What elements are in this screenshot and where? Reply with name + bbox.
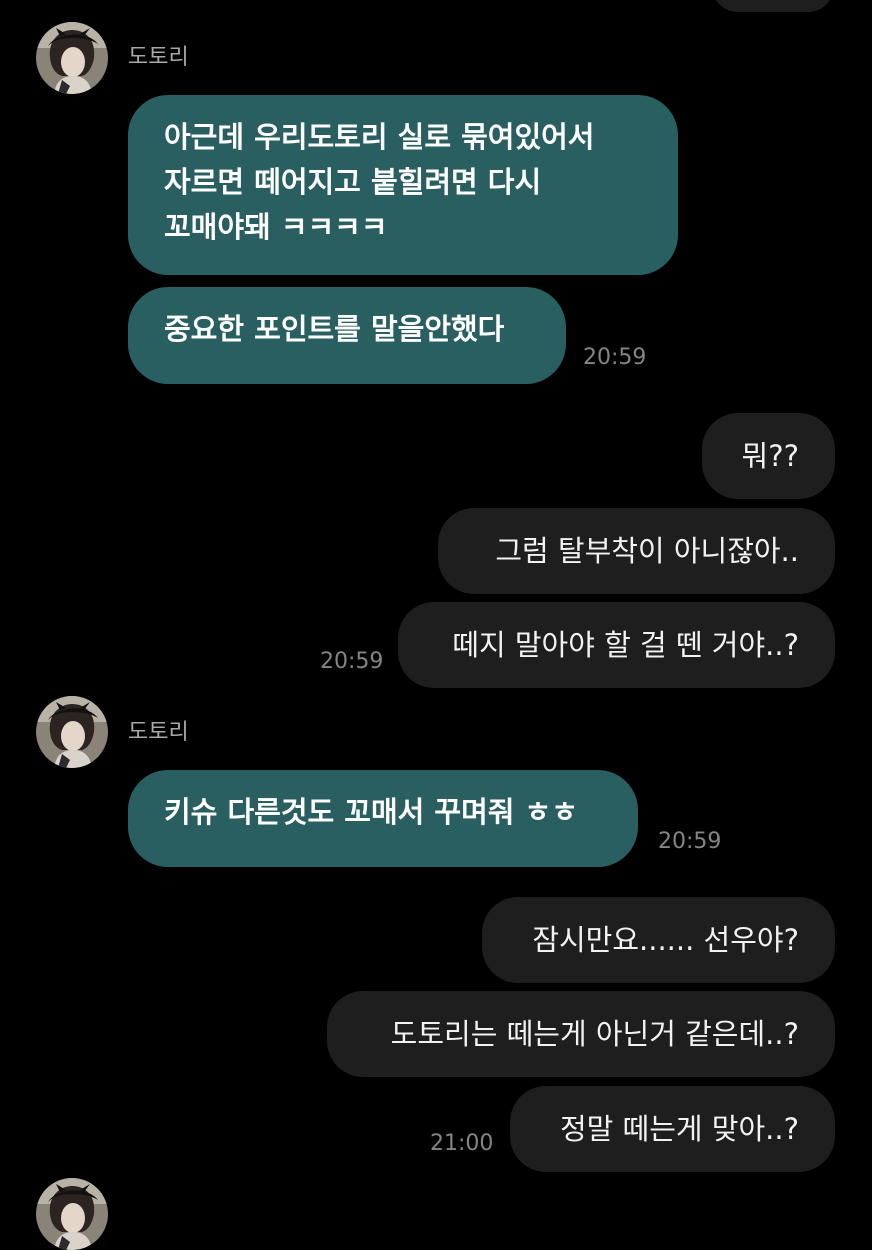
message-timestamp: 20:59 [320, 649, 384, 674]
avatar[interactable] [36, 22, 108, 94]
message-bubble-outgoing[interactable]: 정말 떼는게 맞아..? [510, 1086, 835, 1172]
message-bubble-outgoing[interactable]: 그럼 탈부착이 아니잖아.. [438, 508, 835, 594]
message-bubble-outgoing[interactable]: 떼지 말아야 할 걸 뗀 거야..? [398, 602, 835, 688]
message-timestamp: 20:59 [658, 829, 722, 854]
message-timestamp: 21:00 [430, 1131, 494, 1156]
message-text: 그럼 탈부착이 아니잖아.. [495, 534, 799, 568]
message-text: 중요한 포인트를 말을안했다 [164, 312, 505, 346]
avatar[interactable] [36, 696, 108, 768]
sender-name: 도토리 [128, 45, 189, 70]
message-bubble-outgoing[interactable]: 도토리는 떼는게 아닌거 같은데..? [327, 991, 835, 1077]
message-text: 떼지 말아야 할 걸 뗀 거야..? [452, 628, 799, 662]
message-timestamp: 20:59 [583, 345, 647, 370]
message-text: 자르면 떼어지고 붙힐려면 다시 [164, 165, 542, 199]
message-text: 잠시만요...... 선우야? [532, 923, 799, 957]
message-text: 정말 떼는게 맞아..? [559, 1112, 799, 1146]
message-bubble-incoming[interactable]: 아근데 우리도토리 실로 묶여있어서 자르면 떼어지고 붙힐려면 다시 꼬매야돼… [128, 95, 678, 275]
profile-photo-icon [36, 1178, 108, 1250]
sender-name: 도토리 [128, 720, 189, 745]
message-text: 뭐?? [741, 439, 799, 473]
message-text: 꼬매야돼 ㅋㅋㅋㅋ [164, 210, 388, 244]
message-text: 도토리는 떼는게 아닌거 같은데..? [390, 1017, 799, 1051]
message-bubble-outgoing[interactable]: 잠시만요...... 선우야? [482, 897, 835, 983]
message-bubble-incoming[interactable]: 중요한 포인트를 말을안했다 [128, 287, 566, 384]
avatar[interactable] [36, 1178, 108, 1250]
profile-photo-icon [36, 696, 108, 768]
profile-photo-icon [36, 22, 108, 94]
message-text: 키슈 다른것도 꼬매서 꾸며줘 ㅎㅎ [164, 795, 578, 829]
message-bubble-outgoing[interactable]: 뭐?? [702, 413, 835, 499]
message-text: 아근데 우리도토리 실로 묶여있어서 [164, 120, 595, 154]
previous-message-bubble [712, 0, 834, 12]
message-bubble-incoming[interactable]: 키슈 다른것도 꼬매서 꾸며줘 ㅎㅎ [128, 770, 638, 867]
